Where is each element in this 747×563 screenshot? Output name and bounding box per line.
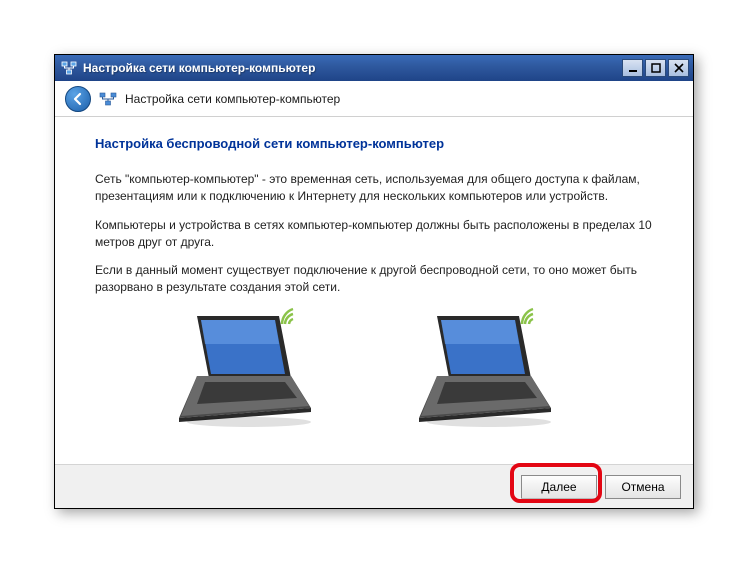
description-3: Если в данный момент существует подключе… — [95, 262, 653, 296]
wizard-content: Настройка беспроводной сети компьютер-ко… — [55, 117, 693, 464]
cancel-button[interactable]: Отмена — [605, 475, 681, 499]
close-button[interactable] — [668, 59, 689, 77]
network-app-icon — [61, 60, 77, 76]
laptop-left-icon — [179, 308, 329, 428]
maximize-button[interactable] — [645, 59, 666, 77]
network-icon — [99, 90, 117, 108]
wifi-signal-icon — [277, 304, 307, 328]
laptop-right-icon — [419, 308, 569, 428]
window-title: Настройка сети компьютер-компьютер — [83, 61, 622, 75]
description-2: Компьютеры и устройства в сетях компьюте… — [95, 217, 653, 251]
wifi-signal-icon — [517, 304, 547, 328]
minimize-button[interactable] — [622, 59, 643, 77]
back-button[interactable] — [65, 86, 91, 112]
wizard-window: Настройка сети компьютер-компьютер — [54, 54, 694, 509]
laptops-illustration — [95, 308, 653, 428]
page-heading: Настройка беспроводной сети компьютер-ко… — [95, 135, 653, 153]
wizard-header: Настройка сети компьютер-компьютер — [55, 81, 693, 117]
window-controls — [622, 59, 689, 77]
next-button[interactable]: Далее — [521, 475, 597, 499]
titlebar: Настройка сети компьютер-компьютер — [55, 55, 693, 81]
description-1: Сеть "компьютер-компьютер" - это временн… — [95, 171, 653, 205]
wizard-header-title: Настройка сети компьютер-компьютер — [125, 92, 340, 106]
wizard-footer: Далее Отмена — [55, 464, 693, 508]
